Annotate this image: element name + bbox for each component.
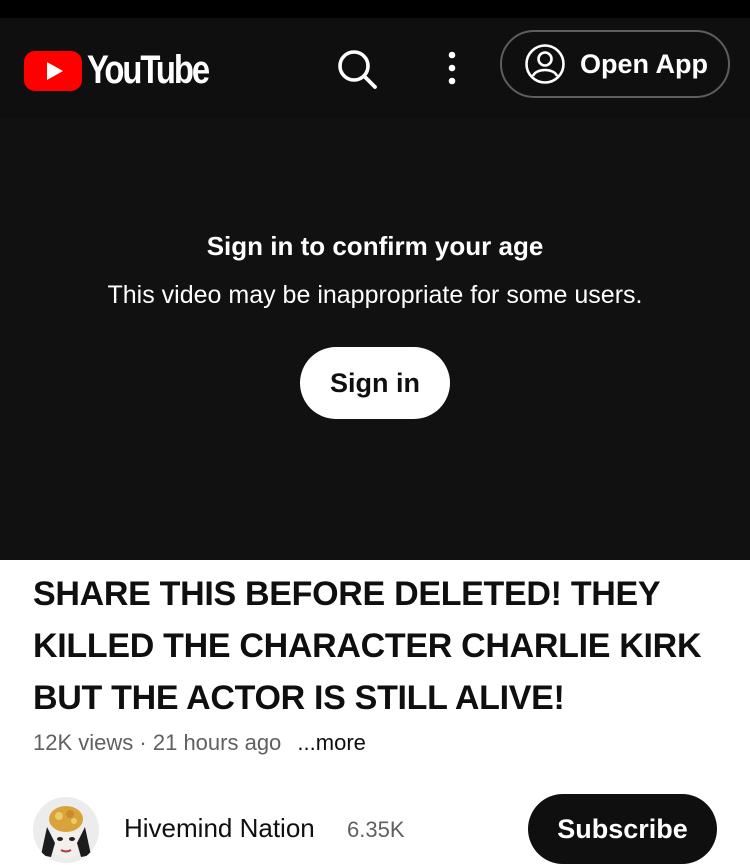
video-title[interactable]: SHARE THIS BEFORE DELETED! THEY KILLED T…: [33, 568, 723, 724]
more-link[interactable]: ...more: [297, 730, 365, 755]
status-bar: [0, 0, 750, 18]
sign-in-button[interactable]: Sign in: [300, 347, 450, 419]
channel-name[interactable]: Hivemind Nation: [124, 813, 315, 844]
upload-age: 21 hours ago: [152, 730, 282, 755]
age-gate-title: Sign in to confirm your age: [206, 231, 544, 261]
video-player: Sign in to confirm your age This video m…: [0, 118, 750, 560]
open-app-label: Open App: [580, 48, 708, 79]
subscribe-button[interactable]: Subscribe: [528, 794, 717, 864]
open-app-button[interactable]: Open App: [500, 30, 730, 98]
youtube-logo[interactable]: YouTube: [24, 48, 235, 93]
more-vert-icon[interactable]: [436, 48, 468, 90]
logo-text: YouTube: [87, 48, 210, 92]
video-metadata[interactable]: 12K views · 21 hours ago ...more: [33, 730, 366, 756]
subscriber-count: 6.35K: [347, 817, 405, 842]
channel-avatar[interactable]: [33, 797, 99, 863]
meta-separator: ·: [139, 730, 147, 755]
search-icon[interactable]: [336, 48, 378, 90]
account-circle-icon: [525, 44, 565, 84]
youtube-logo-icon: [24, 50, 82, 91]
top-app-bar: YouTube Open App: [0, 18, 750, 118]
view-count: 12K views: [33, 730, 134, 755]
age-gate-description: This video may be inappropriate for some…: [107, 281, 643, 309]
